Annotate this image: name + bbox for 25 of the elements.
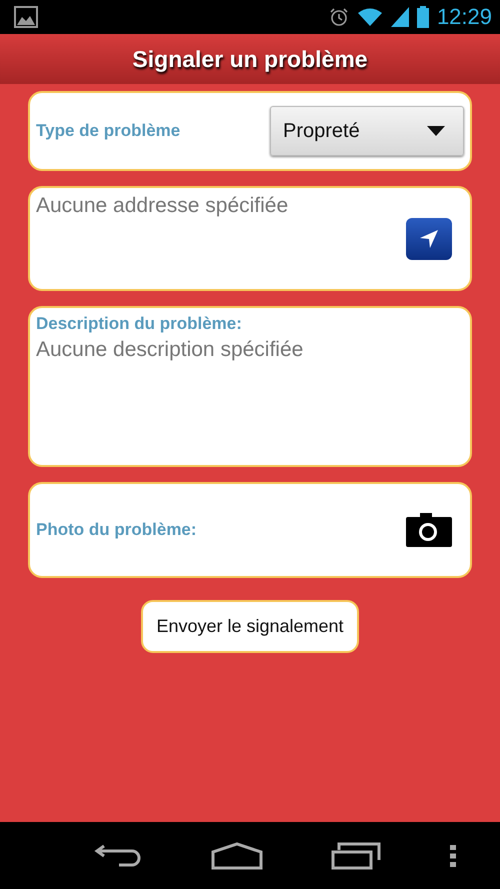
location-arrow-icon (419, 228, 439, 248)
menu-button[interactable] (450, 844, 456, 866)
location-button[interactable] (406, 218, 452, 260)
wifi-icon (356, 7, 383, 27)
recent-apps-button[interactable] (331, 842, 382, 870)
overflow-menu-icon (450, 844, 456, 866)
caret-icon (427, 126, 445, 136)
home-button[interactable] (210, 842, 263, 870)
camera-button[interactable] (406, 513, 452, 547)
problem-type-dropdown[interactable]: Propreté (270, 106, 464, 156)
picture-icon (14, 6, 38, 28)
screen-title: Signaler un problème (132, 46, 368, 72)
battery-icon (416, 6, 429, 28)
description-field[interactable]: Aucune description spécifiée (36, 338, 464, 459)
address-field[interactable]: Aucune addresse spécifiée (36, 194, 406, 218)
signal-icon (390, 7, 409, 27)
camera-icon (406, 513, 452, 547)
home-icon (210, 842, 263, 870)
description-label: Description du problème: (36, 314, 243, 334)
status-time: 12:29 (436, 4, 492, 30)
photo-label: Photo du problème: (36, 520, 197, 540)
submit-button[interactable]: Envoyer le signalement (141, 600, 359, 653)
recent-apps-icon (331, 842, 382, 870)
alarm-icon (328, 7, 349, 27)
problem-type-label: Type de problème (36, 121, 180, 141)
